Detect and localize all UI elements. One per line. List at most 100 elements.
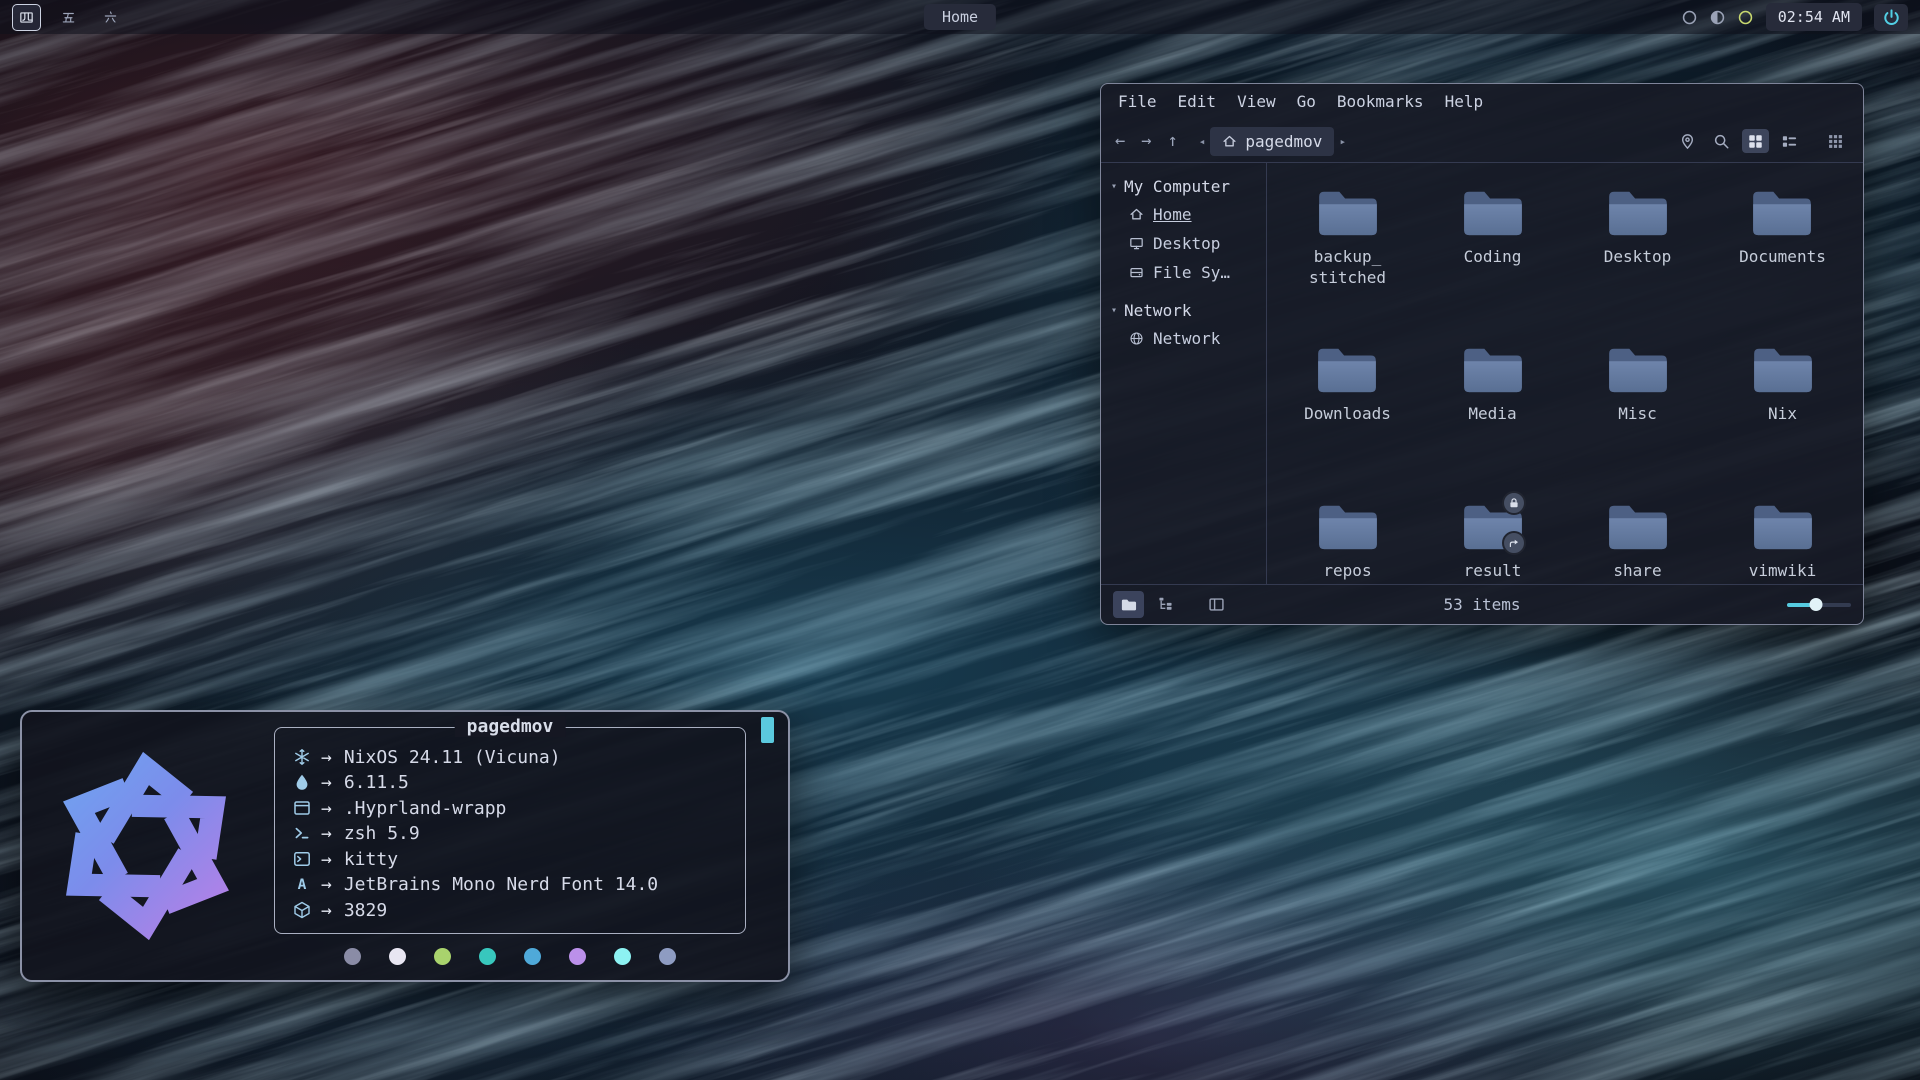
breadcrumb[interactable]: pagedmov — [1210, 127, 1334, 156]
fetch-value: .Hyprland-wrapp — [344, 798, 507, 819]
menu-bar: File Edit View Go Bookmarks Help — [1101, 84, 1863, 118]
folder-label: Desktop — [1604, 247, 1671, 268]
up-icon[interactable]: ↑ — [1168, 133, 1178, 150]
zoom-slider-knob[interactable] — [1809, 598, 1822, 611]
zoom-slider[interactable] — [1787, 596, 1851, 614]
status-bar: 53 items — [1101, 584, 1863, 624]
fm-body: ▾My ComputerHomeDesktopFile Sy…▾NetworkN… — [1101, 162, 1863, 584]
view-buttons — [1674, 129, 1849, 153]
folder-item-misc[interactable]: Misc — [1607, 344, 1669, 425]
collapse-arrow-icon: ▾ — [1111, 181, 1117, 192]
folder-label: share — [1613, 561, 1661, 582]
folder-item-backup-stitched[interactable]: backup_ stitched — [1309, 187, 1386, 289]
sidebar: ▾My Computer Home Desktop File Sy… ▾NetworkN… — [1101, 163, 1267, 584]
folder-label: Nix — [1768, 404, 1797, 425]
panel-icon[interactable] — [1201, 591, 1232, 618]
sidebar-item-label: File Sy… — [1153, 263, 1230, 282]
fetch-value: 6.11.5 — [344, 772, 409, 793]
search-icon[interactable] — [1708, 129, 1735, 153]
folder-icon — [1751, 187, 1813, 237]
power-icon — [1882, 8, 1901, 27]
color-picker-icon[interactable] — [1737, 9, 1754, 26]
topbar-right: 02:54 AM — [1681, 3, 1908, 31]
home-icon — [1129, 207, 1144, 222]
terminal-cursor — [761, 717, 774, 743]
thumbnail-view-icon[interactable] — [1822, 129, 1849, 153]
fetch-hostname: pagedmov — [455, 716, 566, 737]
sidebar-section-network[interactable]: ▾Network — [1109, 297, 1258, 324]
menu-bookmarks[interactable]: Bookmarks — [1337, 92, 1424, 118]
dirtree-icon[interactable] — [1150, 591, 1181, 618]
folder-item-downloads[interactable]: Downloads — [1304, 344, 1391, 425]
sidebar-item-home[interactable]: Home — [1109, 200, 1258, 229]
folder-item-share[interactable]: share — [1607, 501, 1669, 582]
home-icon — [1222, 134, 1237, 149]
folder-icon — [1607, 501, 1669, 551]
folder-item-desktop[interactable]: Desktop — [1604, 187, 1671, 268]
folder-label: vimwiki — [1749, 561, 1816, 582]
brightness-icon[interactable] — [1681, 9, 1698, 26]
folder-item-media[interactable]: Media — [1462, 344, 1524, 425]
theme-icon[interactable] — [1709, 9, 1726, 26]
location-icon[interactable] — [1674, 129, 1701, 153]
terminal-window: pagedmov → NixOS 24.11 (Vicuna) → 6.11.5… — [20, 710, 790, 982]
icon-view-icon[interactable] — [1742, 129, 1769, 153]
clock[interactable]: 02:54 AM — [1766, 3, 1862, 31]
menu-go[interactable]: Go — [1297, 92, 1316, 118]
folder-icon — [1462, 187, 1524, 237]
workspace-3[interactable] — [96, 4, 125, 31]
folder-item-documents[interactable]: Documents — [1739, 187, 1826, 268]
workspace-2[interactable] — [54, 4, 83, 31]
compact-view-icon[interactable] — [1776, 129, 1803, 153]
nixos-icon — [293, 748, 313, 767]
folder-icon — [1607, 187, 1669, 237]
menu-view[interactable]: View — [1237, 92, 1276, 118]
path-bar: ◂ pagedmov ▸ — [1194, 127, 1351, 156]
folder-item-nix[interactable]: Nix — [1752, 344, 1814, 425]
folder-item-repos[interactable]: repos — [1317, 501, 1379, 582]
workspace-1[interactable] — [12, 4, 41, 31]
back-icon[interactable]: ← — [1115, 133, 1125, 150]
menu-edit[interactable]: Edit — [1178, 92, 1217, 118]
arrow-glyph: → — [321, 747, 332, 768]
folder-item-coding[interactable]: Coding — [1462, 187, 1524, 268]
breadcrumb-right-chevron-icon[interactable]: ▸ — [1334, 135, 1351, 148]
filesystem-icon — [1129, 265, 1144, 280]
fm-toolbar: ← → ↑ ◂ pagedmov ▸ — [1101, 118, 1863, 162]
active-window-title[interactable]: Home — [924, 4, 996, 30]
arrow-glyph: → — [321, 900, 332, 921]
folder-item-result[interactable]: result — [1462, 501, 1524, 582]
palette-color-1 — [344, 948, 361, 965]
fetch-value: 3829 — [344, 900, 387, 921]
nixos-logo — [48, 748, 244, 944]
fetch-box: pagedmov → NixOS 24.11 (Vicuna) → 6.11.5… — [274, 727, 746, 934]
sidebar-section-my-computer[interactable]: ▾My Computer — [1109, 173, 1258, 200]
collapse-arrow-icon: ▾ — [1111, 305, 1117, 316]
forward-icon[interactable]: → — [1141, 133, 1151, 150]
folder-icon — [1316, 344, 1378, 394]
folder-icon — [1752, 501, 1814, 551]
folder-label: result — [1464, 561, 1522, 582]
sidebar-item-label: Home — [1153, 205, 1192, 224]
sidebar-item-desktop[interactable]: Desktop — [1109, 229, 1258, 258]
fetch-value: NixOS 24.11 (Vicuna) — [344, 747, 561, 768]
sidebar-item-network[interactable]: Network — [1109, 324, 1258, 353]
shell-icon — [293, 824, 313, 843]
fetch-row: → .Hyprland-wrapp — [293, 795, 727, 821]
arrow-glyph: → — [321, 798, 332, 819]
sidebar-item-file-sy[interactable]: File Sy… — [1109, 258, 1258, 287]
power-button[interactable] — [1874, 4, 1908, 31]
network-icon — [1129, 331, 1144, 346]
breadcrumb-left-chevron-icon[interactable]: ◂ — [1194, 135, 1211, 148]
menu-file[interactable]: File — [1118, 92, 1157, 118]
workspaces — [12, 4, 125, 31]
folder-item-vimwiki[interactable]: vimwiki — [1749, 501, 1816, 582]
folder-icon — [1607, 344, 1669, 394]
places-icon[interactable] — [1113, 591, 1144, 618]
folder-label: backup_ stitched — [1309, 247, 1386, 289]
system-tray — [1681, 9, 1754, 26]
packages-icon — [293, 901, 313, 920]
fetch-row: → 6.11.5 — [293, 770, 727, 796]
menu-help[interactable]: Help — [1445, 92, 1484, 118]
palette-color-4 — [479, 948, 496, 965]
